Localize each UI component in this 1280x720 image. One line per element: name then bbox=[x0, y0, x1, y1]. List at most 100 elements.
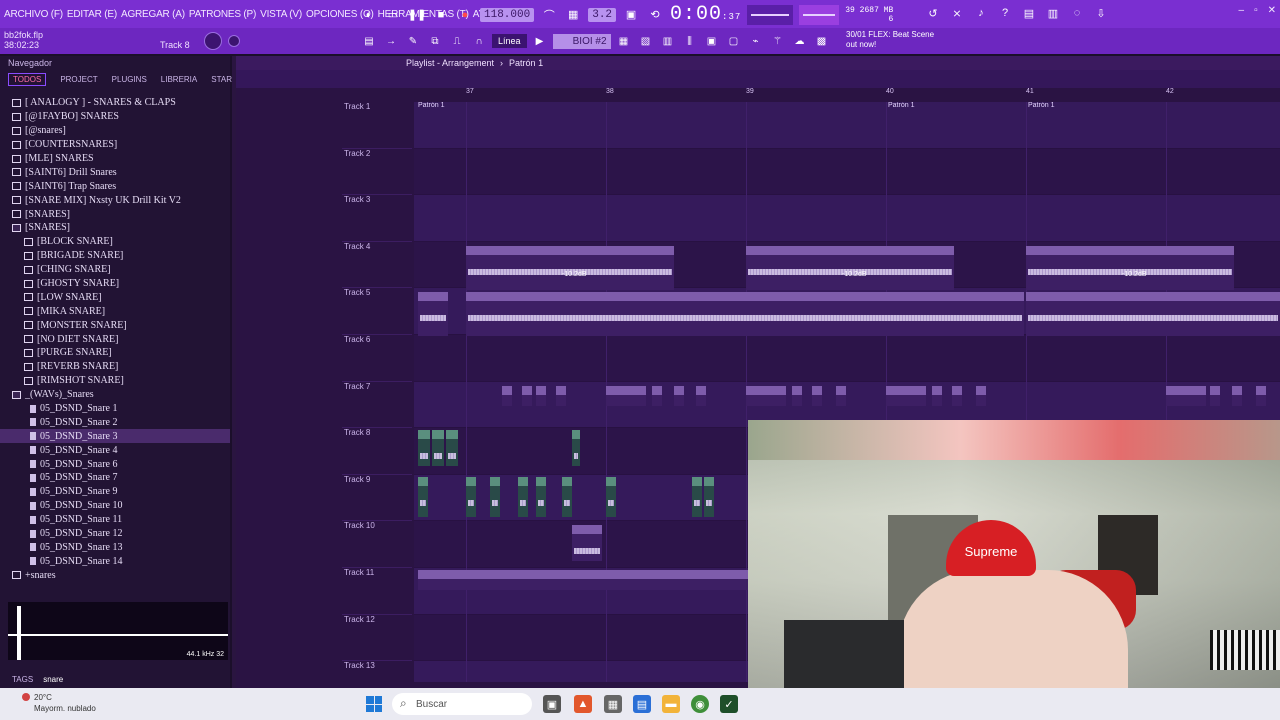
snare-one-shot-clip[interactable]: 05...3 bbox=[572, 525, 602, 562]
browser-item[interactable]: [SNARES] bbox=[0, 221, 230, 235]
tab-project[interactable]: PROJECT bbox=[60, 75, 97, 84]
browser-item[interactable]: [MONSTER SNARE] bbox=[0, 318, 230, 332]
timeline-ruler[interactable]: 37 38 39 40 41 42 bbox=[414, 86, 1280, 100]
browser-item[interactable]: [BRIGADE SNARE] bbox=[0, 249, 230, 263]
browser-item[interactable]: 05_DSND_Snare 6 bbox=[0, 457, 230, 471]
stop-icon[interactable]: ■ bbox=[432, 6, 450, 24]
master-pitch-knob[interactable] bbox=[228, 35, 240, 47]
track-lane[interactable] bbox=[414, 195, 1280, 242]
perc-clip[interactable] bbox=[466, 476, 476, 517]
browser-item[interactable]: 05_DSND_Snare 4 bbox=[0, 443, 230, 457]
record-icon[interactable]: ● bbox=[456, 6, 474, 24]
tempo-display[interactable]: 118.000 bbox=[480, 7, 535, 22]
chat-icon[interactable]: ◌ bbox=[1068, 4, 1086, 22]
menu-agregar[interactable]: AGREGAR (A) bbox=[121, 9, 185, 20]
link-icon[interactable]: ⧉ bbox=[426, 32, 444, 50]
wait-icon[interactable]: ⟲ bbox=[646, 6, 664, 24]
browser-item[interactable]: [@snares] bbox=[0, 124, 230, 138]
drum-hit-clip[interactable] bbox=[932, 385, 942, 406]
metronome-icon[interactable]: ⌒ bbox=[540, 6, 558, 24]
magnet-icon[interactable]: ∩ bbox=[470, 32, 488, 50]
pattern-step[interactable]: 3.2 bbox=[588, 7, 617, 22]
playlist-titlebar[interactable]: Playlist - Arrangement › Patrón 1 bbox=[236, 56, 1280, 70]
pattern-clip[interactable]: Patrón 1 bbox=[418, 102, 444, 110]
snap-select[interactable]: Línea bbox=[492, 34, 527, 48]
menu-vista[interactable]: VISTA (V) bbox=[260, 9, 302, 20]
snare-clip[interactable] bbox=[418, 430, 430, 467]
drum-hit-clip[interactable] bbox=[1256, 385, 1266, 406]
news-hint[interactable]: 30/01 FLEX: Beat Scene out now! bbox=[846, 30, 934, 50]
master-volume-knob[interactable] bbox=[204, 32, 222, 50]
melody-clip[interactable]: vintage-guitar-melody_118bpm_G #2 -10.2dB bbox=[746, 245, 954, 290]
drum-hit-clip[interactable] bbox=[1210, 385, 1220, 406]
save-icon[interactable]: ▤ bbox=[1020, 4, 1038, 22]
drum-hit-clip[interactable] bbox=[792, 385, 802, 406]
drum-hit-clip[interactable] bbox=[556, 385, 566, 406]
drum-hit-clip[interactable] bbox=[502, 385, 512, 406]
pattern-song-toggle-icon[interactable]: ◐ bbox=[360, 6, 378, 24]
loop-record-icon[interactable]: ▣ bbox=[622, 6, 640, 24]
browser-item[interactable]: [BLOCK SNARE] bbox=[0, 235, 230, 249]
tags-value[interactable]: snare bbox=[43, 675, 63, 684]
browser-item[interactable]: 05_DSND_Snare 12 bbox=[0, 527, 230, 541]
arrow-right-icon[interactable]: → bbox=[382, 32, 400, 50]
browser-item[interactable]: 05_DSND_Snare 10 bbox=[0, 499, 230, 513]
browser-item[interactable]: 05_DSND_Snare 7 bbox=[0, 471, 230, 485]
drum-hit-clip[interactable] bbox=[836, 385, 846, 406]
maximize-icon[interactable]: ▫ bbox=[1254, 5, 1258, 16]
drum-hit-clip[interactable] bbox=[812, 385, 822, 406]
browser-item[interactable]: _(WAVs)_Snares bbox=[0, 388, 230, 402]
pattern-clip[interactable]: Patrón 1 bbox=[888, 102, 914, 110]
mixer-window-icon[interactable]: ⫼ bbox=[681, 32, 699, 50]
drum-clip[interactable]: 00 op bbox=[1166, 385, 1206, 406]
fl-studio-icon[interactable]: ✓ bbox=[720, 695, 738, 713]
browser-item[interactable]: [NO DIET SNARE] bbox=[0, 332, 230, 346]
track-header[interactable]: Track 4 bbox=[342, 242, 412, 289]
browser-item[interactable]: [SNARE MIX] Nxsty UK Drill Kit V2 bbox=[0, 193, 230, 207]
plugin-picker-icon[interactable]: ▢ bbox=[725, 32, 743, 50]
browser-item[interactable]: [LOW SNARE] bbox=[0, 290, 230, 304]
channel-rack-icon[interactable]: ▧ bbox=[637, 32, 655, 50]
pencil-icon[interactable]: ✎ bbox=[404, 32, 422, 50]
perc-clip[interactable] bbox=[562, 476, 572, 517]
perc-clip[interactable] bbox=[490, 476, 500, 517]
stamp-icon[interactable]: ⎍ bbox=[448, 32, 466, 50]
download-icon[interactable]: ⇩ bbox=[1092, 4, 1110, 22]
perc-clip[interactable] bbox=[418, 476, 428, 517]
track-header[interactable]: Track 12 bbox=[342, 615, 412, 662]
browser-item[interactable]: 05_DSND_Snare 13 bbox=[0, 541, 230, 555]
mic-icon[interactable]: ♪ bbox=[972, 4, 990, 22]
track-lane[interactable] bbox=[414, 148, 1280, 196]
task-view-icon[interactable]: ▣ bbox=[543, 695, 561, 713]
browser-item[interactable]: [CHING SNARE] bbox=[0, 263, 230, 277]
perc-clip[interactable] bbox=[518, 476, 528, 517]
taskbar-search[interactable]: ⌕ Buscar bbox=[392, 693, 532, 715]
plug-icon[interactable]: ⌁ bbox=[747, 32, 765, 50]
playlist-window-icon[interactable]: ▦ bbox=[615, 32, 633, 50]
pattern-clip-bioi[interactable]: BIOI #2 bbox=[418, 570, 750, 590]
browser-item[interactable]: [ ANALOGY ] - SNARES & CLAPS bbox=[0, 96, 230, 110]
plugin-icon[interactable]: ▥ bbox=[1044, 4, 1062, 22]
store-app-icon[interactable]: ▤ bbox=[633, 695, 651, 713]
tab-plugins[interactable]: PLUGINS bbox=[112, 75, 147, 84]
piano-roll-icon[interactable]: ▥ bbox=[659, 32, 677, 50]
melody-clip-long[interactable]: vintage-guitar-melody_118bpm_G bbox=[466, 292, 1024, 337]
store-icon[interactable]: ▩ bbox=[813, 32, 831, 50]
track-header[interactable]: Track 10 bbox=[342, 521, 412, 568]
brave-icon[interactable]: ▲ bbox=[574, 695, 592, 713]
file-explorer-icon[interactable]: ▬ bbox=[662, 695, 680, 713]
snare-clip[interactable] bbox=[572, 430, 580, 467]
cloud-icon[interactable]: ☁ bbox=[791, 32, 809, 50]
browser-item[interactable]: [@1FAYBO] SNARES bbox=[0, 110, 230, 124]
play-arrow-icon[interactable]: ▶ bbox=[531, 32, 549, 50]
app-icon[interactable]: ▦ bbox=[604, 695, 622, 713]
pat-song-switch[interactable]: ▭ bbox=[384, 6, 402, 24]
browser-item[interactable]: [SNARES] bbox=[0, 207, 230, 221]
drum-clip[interactable]: 00 op bbox=[746, 385, 786, 406]
melody-clip[interactable]: vintage-guitar-melody_118bpm_G #2 -10.2dB bbox=[466, 245, 674, 290]
perc-clip[interactable] bbox=[606, 476, 616, 517]
track-header[interactable]: Track 7 bbox=[342, 382, 412, 429]
weather-widget[interactable]: 20°C Mayorm. nublado bbox=[22, 692, 96, 714]
browser-item[interactable]: 05_DSND_Snare 9 bbox=[0, 485, 230, 499]
track-header[interactable]: Track 11 bbox=[342, 568, 412, 615]
